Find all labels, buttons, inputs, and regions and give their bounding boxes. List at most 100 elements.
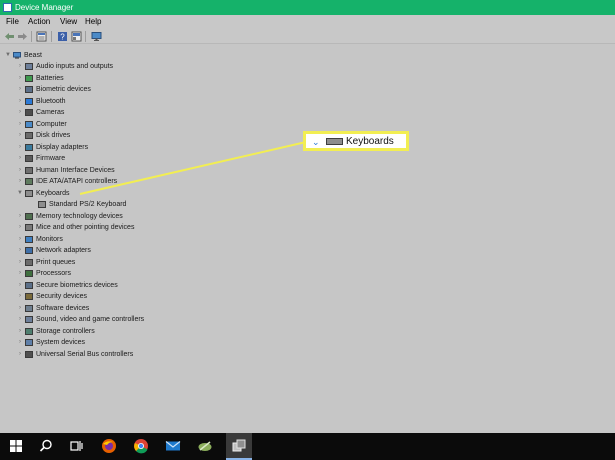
tree-item-label: Keyboards: [36, 189, 70, 197]
tree-item-label: Human Interface Devices: [36, 166, 115, 174]
chevron-right-icon[interactable]: ›: [17, 349, 23, 360]
tree-item-label: Batteries: [36, 74, 64, 82]
computer-icon: [25, 120, 33, 128]
title-bar: Device Manager: [0, 0, 615, 15]
chrome-icon[interactable]: [133, 438, 149, 454]
tree-item-label: Mice and other pointing devices: [36, 224, 135, 231]
windows-start-icon[interactable]: [8, 438, 24, 454]
chevron-right-icon[interactable]: ›: [17, 176, 23, 187]
keyboard-icon: [326, 138, 343, 145]
bluetooth-icon: [25, 97, 33, 105]
chevron-down-icon: ⌄: [312, 137, 320, 147]
chevron-right-icon[interactable]: ›: [17, 234, 23, 245]
tree-item-label: Standard PS/2 Keyboard: [49, 201, 127, 208]
tree-item-label: Display adapters: [36, 143, 89, 151]
security-device-icon: [25, 293, 33, 300]
monitor-icon: [25, 235, 33, 243]
speaker-icon: [25, 63, 33, 70]
update-driver-icon[interactable]: [71, 31, 82, 42]
chevron-right-icon[interactable]: ›: [17, 291, 23, 302]
taskbar: [0, 433, 615, 460]
keyboard-icon: [38, 201, 46, 208]
callout-label: Keyboards: [346, 136, 394, 147]
window-title: Device Manager: [15, 3, 74, 12]
menu-action[interactable]: Action: [28, 15, 50, 29]
chevron-right-icon[interactable]: ›: [17, 314, 23, 325]
chevron-right-icon[interactable]: ›: [17, 142, 23, 153]
chevron-right-icon[interactable]: ›: [17, 268, 23, 279]
tree-item-label: Sound, video and game controllers: [36, 316, 145, 323]
tree-item-label: Computer: [36, 120, 67, 128]
fingerprint-icon: [25, 281, 33, 289]
chevron-right-icon[interactable]: ›: [17, 107, 23, 118]
chevron-right-icon[interactable]: ›: [17, 245, 23, 256]
chevron-right-icon[interactable]: ›: [17, 153, 23, 164]
disk-drive-icon: [25, 132, 33, 139]
chevron-right-icon[interactable]: ›: [17, 211, 23, 222]
chevron-right-icon[interactable]: ›: [17, 280, 23, 291]
task-view-icon[interactable]: [68, 438, 84, 454]
scan-monitor-icon[interactable]: [91, 31, 102, 42]
chevron-right-icon[interactable]: ›: [17, 130, 23, 141]
chevron-right-icon[interactable]: ›: [17, 84, 23, 95]
computer-icon: [13, 52, 21, 59]
ide-controller-icon: [25, 178, 33, 185]
chevron-right-icon[interactable]: ›: [17, 337, 23, 348]
storage-controller-icon: [25, 327, 33, 335]
device-tree: ▼ Beast › Audio inputs and outputs › Batter…: [0, 45, 615, 433]
sound-icon: [25, 316, 33, 323]
keyboard-icon: [25, 189, 33, 197]
chevron-right-icon[interactable]: ›: [17, 257, 23, 268]
toolbar-separator: [51, 31, 52, 42]
tree-item-label: Software devices: [36, 304, 90, 312]
search-icon[interactable]: [38, 438, 54, 454]
memory-icon: [25, 212, 33, 220]
menu-help[interactable]: Help: [85, 15, 101, 29]
display-adapter-icon: [25, 143, 33, 151]
app-icon[interactable]: [197, 438, 213, 454]
tree-item-label: IDE ATA/ATAPI controllers: [36, 178, 118, 185]
tree-item-label: Audio inputs and outputs: [36, 63, 114, 70]
chevron-right-icon[interactable]: ›: [17, 73, 23, 84]
chevron-right-icon[interactable]: ›: [17, 119, 23, 130]
hid-icon: [25, 166, 33, 174]
svg-text:?: ?: [60, 33, 65, 42]
toolbar-separator: [31, 31, 32, 42]
tree-item-label: Print queues: [36, 258, 76, 266]
battery-icon: [25, 74, 33, 82]
network-adapter-icon: [25, 247, 33, 254]
firefox-icon[interactable]: [101, 438, 117, 454]
tree-item-label: Universal Serial Bus controllers: [36, 350, 134, 358]
tree-item-label: Cameras: [36, 109, 65, 116]
chevron-right-icon[interactable]: ›: [17, 326, 23, 337]
chevron-right-icon[interactable]: ›: [17, 61, 23, 72]
tree-item-label: Bluetooth: [36, 97, 66, 105]
tree-item-label: Biometric devices: [36, 86, 91, 93]
firmware-icon: [25, 155, 33, 162]
chevron-right-icon[interactable]: ›: [17, 165, 23, 176]
tree-item-label: Network adapters: [36, 247, 91, 254]
help-icon[interactable]: ?: [57, 31, 68, 42]
processor-icon: [25, 270, 33, 277]
forward-arrow-icon[interactable]: [17, 31, 28, 42]
chevron-down-icon[interactable]: ▼: [17, 188, 23, 199]
chevron-right-icon[interactable]: ›: [17, 303, 23, 314]
software-device-icon: [25, 304, 33, 312]
chevron-down-icon[interactable]: ▼: [5, 50, 11, 61]
chevron-right-icon[interactable]: ›: [17, 222, 23, 233]
tree-item-label: Processors: [36, 270, 72, 277]
toolbar-separator: [85, 31, 86, 42]
menu-file[interactable]: File: [6, 15, 19, 29]
tree-item-label: Secure biometrics devices: [36, 281, 118, 289]
chevron-right-icon[interactable]: ›: [17, 96, 23, 107]
tree-root-label: Beast: [24, 52, 42, 59]
printer-icon: [25, 258, 33, 266]
properties-icon[interactable]: [36, 31, 47, 42]
menu-bar: File Action View Help: [0, 15, 615, 29]
back-arrow-icon[interactable]: [4, 31, 15, 42]
device-manager-icon[interactable]: [226, 433, 252, 460]
tree-item-label: Disk drives: [36, 132, 71, 139]
menu-view[interactable]: View: [60, 15, 77, 29]
mail-icon[interactable]: [165, 438, 181, 454]
camera-icon: [25, 109, 33, 116]
